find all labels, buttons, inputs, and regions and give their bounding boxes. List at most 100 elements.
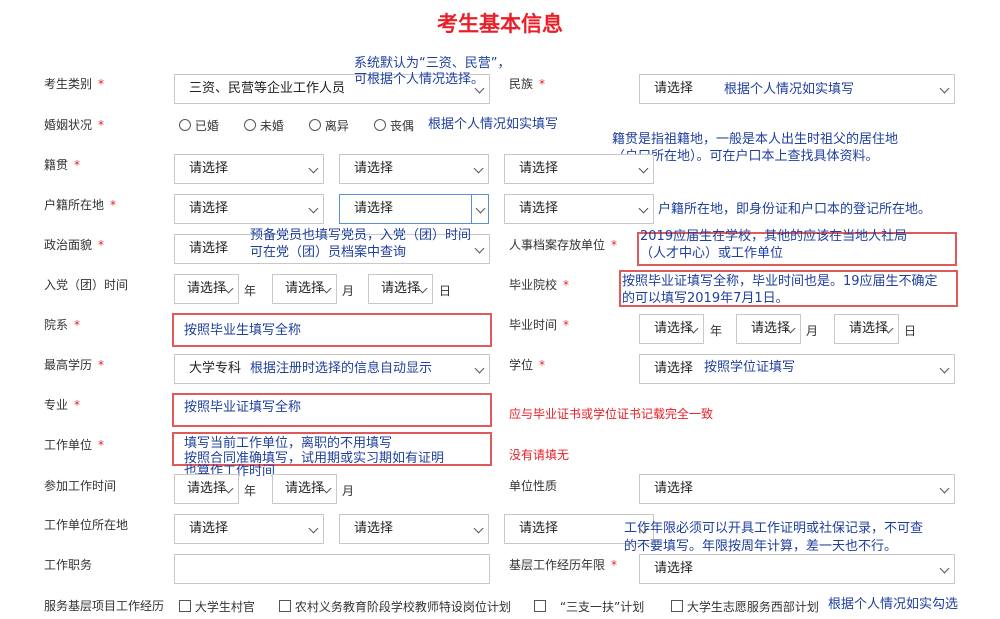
household-province-select[interactable]: 请选择 (174, 194, 324, 224)
note-employer-red: 没有请填无 (509, 448, 570, 462)
native-county-select[interactable]: 请选择 (504, 154, 654, 184)
note-department: 按照毕业生填写全称 (184, 323, 302, 338)
label-service-projects: 服务基层项目工作经历 (44, 599, 165, 613)
label-native: 籍贯 * (44, 158, 81, 172)
note-major: 按照毕业证填写全称 (184, 400, 302, 415)
label-education: 最高学历 * (44, 358, 105, 372)
radio-married[interactable]: 已婚 (179, 117, 219, 134)
label-major: 专业 * (44, 398, 81, 412)
label-ethnic: 民族 * (509, 77, 546, 91)
chevron-down-icon (939, 563, 950, 574)
unit-month: 月 (342, 284, 355, 298)
label-category: 考生类别 * (44, 77, 105, 91)
radio-unmarried[interactable]: 未婚 (244, 117, 284, 134)
native-province-select[interactable]: 请选择 (174, 154, 324, 184)
label-school: 毕业院校 * (509, 278, 570, 292)
grad-month-select[interactable]: 请选择 (736, 314, 801, 344)
label-unit-nature: 单位性质 (509, 479, 558, 493)
checkbox-icon (671, 600, 683, 612)
radio-widowed[interactable]: 丧偶 (374, 117, 414, 134)
unit-month: 月 (806, 324, 819, 338)
checkbox-three-one-support[interactable]: “三支一扶”计划 (534, 598, 644, 615)
note-service: 根据个人情况如实勾选 (828, 597, 959, 612)
note-school-1: 按照毕业证填写全称，毕业时间也是。19应届生不确定 (622, 274, 938, 289)
unit-month: 月 (342, 484, 355, 498)
employer-city-select[interactable]: 请选择 (339, 514, 489, 544)
household-city-select[interactable]: 请选择 (339, 194, 489, 224)
party-year-select[interactable]: 请选择 (174, 274, 239, 304)
position-input[interactable] (174, 554, 490, 584)
label-department: 院系 * (44, 318, 81, 332)
chevron-down-icon (308, 163, 319, 174)
unit-day: 日 (904, 324, 917, 338)
note-category-2: 可根据个人情况选择。 (354, 72, 485, 87)
label-party-time: 入党（团）时间 (44, 278, 129, 292)
note-native-1: 籍贯是指祖籍地，一般是本人出生时祖父的居住地 (612, 132, 899, 147)
label-archive: 人事档案存放单位 * (509, 238, 618, 252)
label-position: 工作职务 (44, 558, 93, 572)
note-household: 户籍所在地，即身份证和户口本的登记所在地。 (658, 202, 932, 217)
note-school-2: 的可以填写2019年7月1日。 (622, 291, 789, 306)
note-major-red: 应与毕业证书或学位证书记载完全一致 (509, 407, 714, 421)
label-political: 政治面貌 * (44, 238, 105, 252)
chevron-down-icon (473, 163, 484, 174)
work-month-select[interactable]: 请选择 (272, 474, 337, 504)
party-day-select[interactable]: 请选择 (368, 274, 433, 304)
grassroots-years-select[interactable]: 请选择 (639, 554, 955, 584)
chevron-down-icon (308, 203, 319, 214)
employer-province-select[interactable]: 请选择 (174, 514, 324, 544)
checkbox-village-official[interactable]: 大学生村官 (179, 598, 255, 615)
unit-nature-select[interactable]: 请选择 (639, 474, 955, 504)
chevron-down-icon (638, 203, 649, 214)
label-marital: 婚姻状况 * (44, 118, 105, 132)
chevron-down-icon (939, 83, 950, 94)
label-grassroots-years: 基层工作经历年限 * (509, 558, 618, 572)
party-month-select[interactable]: 请选择 (272, 274, 337, 304)
note-marital: 根据个人情况如实填写 (428, 117, 559, 132)
page-title: 考生基本信息 (437, 12, 563, 36)
note-employer-1: 填写当前工作单位，离职的不用填写 (184, 436, 393, 451)
checkbox-icon (534, 600, 546, 612)
checkbox-icon (279, 600, 291, 612)
checkbox-icon (179, 600, 191, 612)
radio-divorced[interactable]: 离异 (309, 117, 349, 134)
work-year-select[interactable]: 请选择 (174, 474, 239, 504)
chevron-down-icon (308, 523, 319, 534)
note-archive-2: （人才中心）或工作单位 (640, 246, 784, 261)
label-degree: 学位 * (509, 358, 546, 372)
unit-year: 年 (244, 484, 257, 498)
radio-icon (179, 119, 191, 131)
note-archive-1: 2019应届生在学校，其他的应该在当地人社局 (640, 229, 908, 244)
chevron-down-icon (474, 363, 485, 374)
chevron-down-icon (475, 203, 486, 214)
checkbox-special-teacher[interactable]: 农村义务教育阶段学校教师特设岗位计划 (279, 598, 511, 615)
checkbox-western-volunteer[interactable]: 大学生志愿服务西部计划 (671, 598, 819, 615)
chevron-down-icon (939, 363, 950, 374)
note-grassroots-1: 工作年限必须可以开具工作证明或社保记录，不可查 (624, 521, 924, 536)
label-employer: 工作单位 * (44, 438, 105, 452)
grad-day-select[interactable]: 请选择 (834, 314, 899, 344)
radio-icon (309, 119, 321, 131)
chevron-down-icon (474, 243, 485, 254)
label-household: 户籍所在地 * (44, 198, 117, 212)
radio-icon (244, 119, 256, 131)
native-city-select[interactable]: 请选择 (339, 154, 489, 184)
unit-day: 日 (439, 284, 452, 298)
label-work-start: 参加工作时间 (44, 479, 117, 493)
radio-icon (374, 119, 386, 131)
unit-year: 年 (710, 324, 723, 338)
note-degree: 按照学位证填写 (704, 360, 796, 375)
label-grad-time: 毕业时间 * (509, 318, 570, 332)
chevron-down-icon (638, 163, 649, 174)
chevron-down-icon (939, 483, 950, 494)
grad-year-select[interactable]: 请选择 (639, 314, 704, 344)
degree-select[interactable]: 请选择 (639, 354, 955, 384)
note-category-1: 系统默认为“三资、民营”， (354, 56, 511, 71)
note-grassroots-2: 的不要填写。年限按周年计算，差一天也不行。 (624, 539, 898, 554)
note-political-1: 预备党员也填写党员，入党（团）时间 (250, 228, 472, 243)
household-county-select[interactable]: 请选择 (504, 194, 654, 224)
unit-year: 年 (244, 284, 257, 298)
note-political-2: 可在党（团）员档案中查询 (250, 245, 407, 260)
chevron-down-icon (473, 523, 484, 534)
label-employer-location: 工作单位所在地 (44, 518, 129, 532)
